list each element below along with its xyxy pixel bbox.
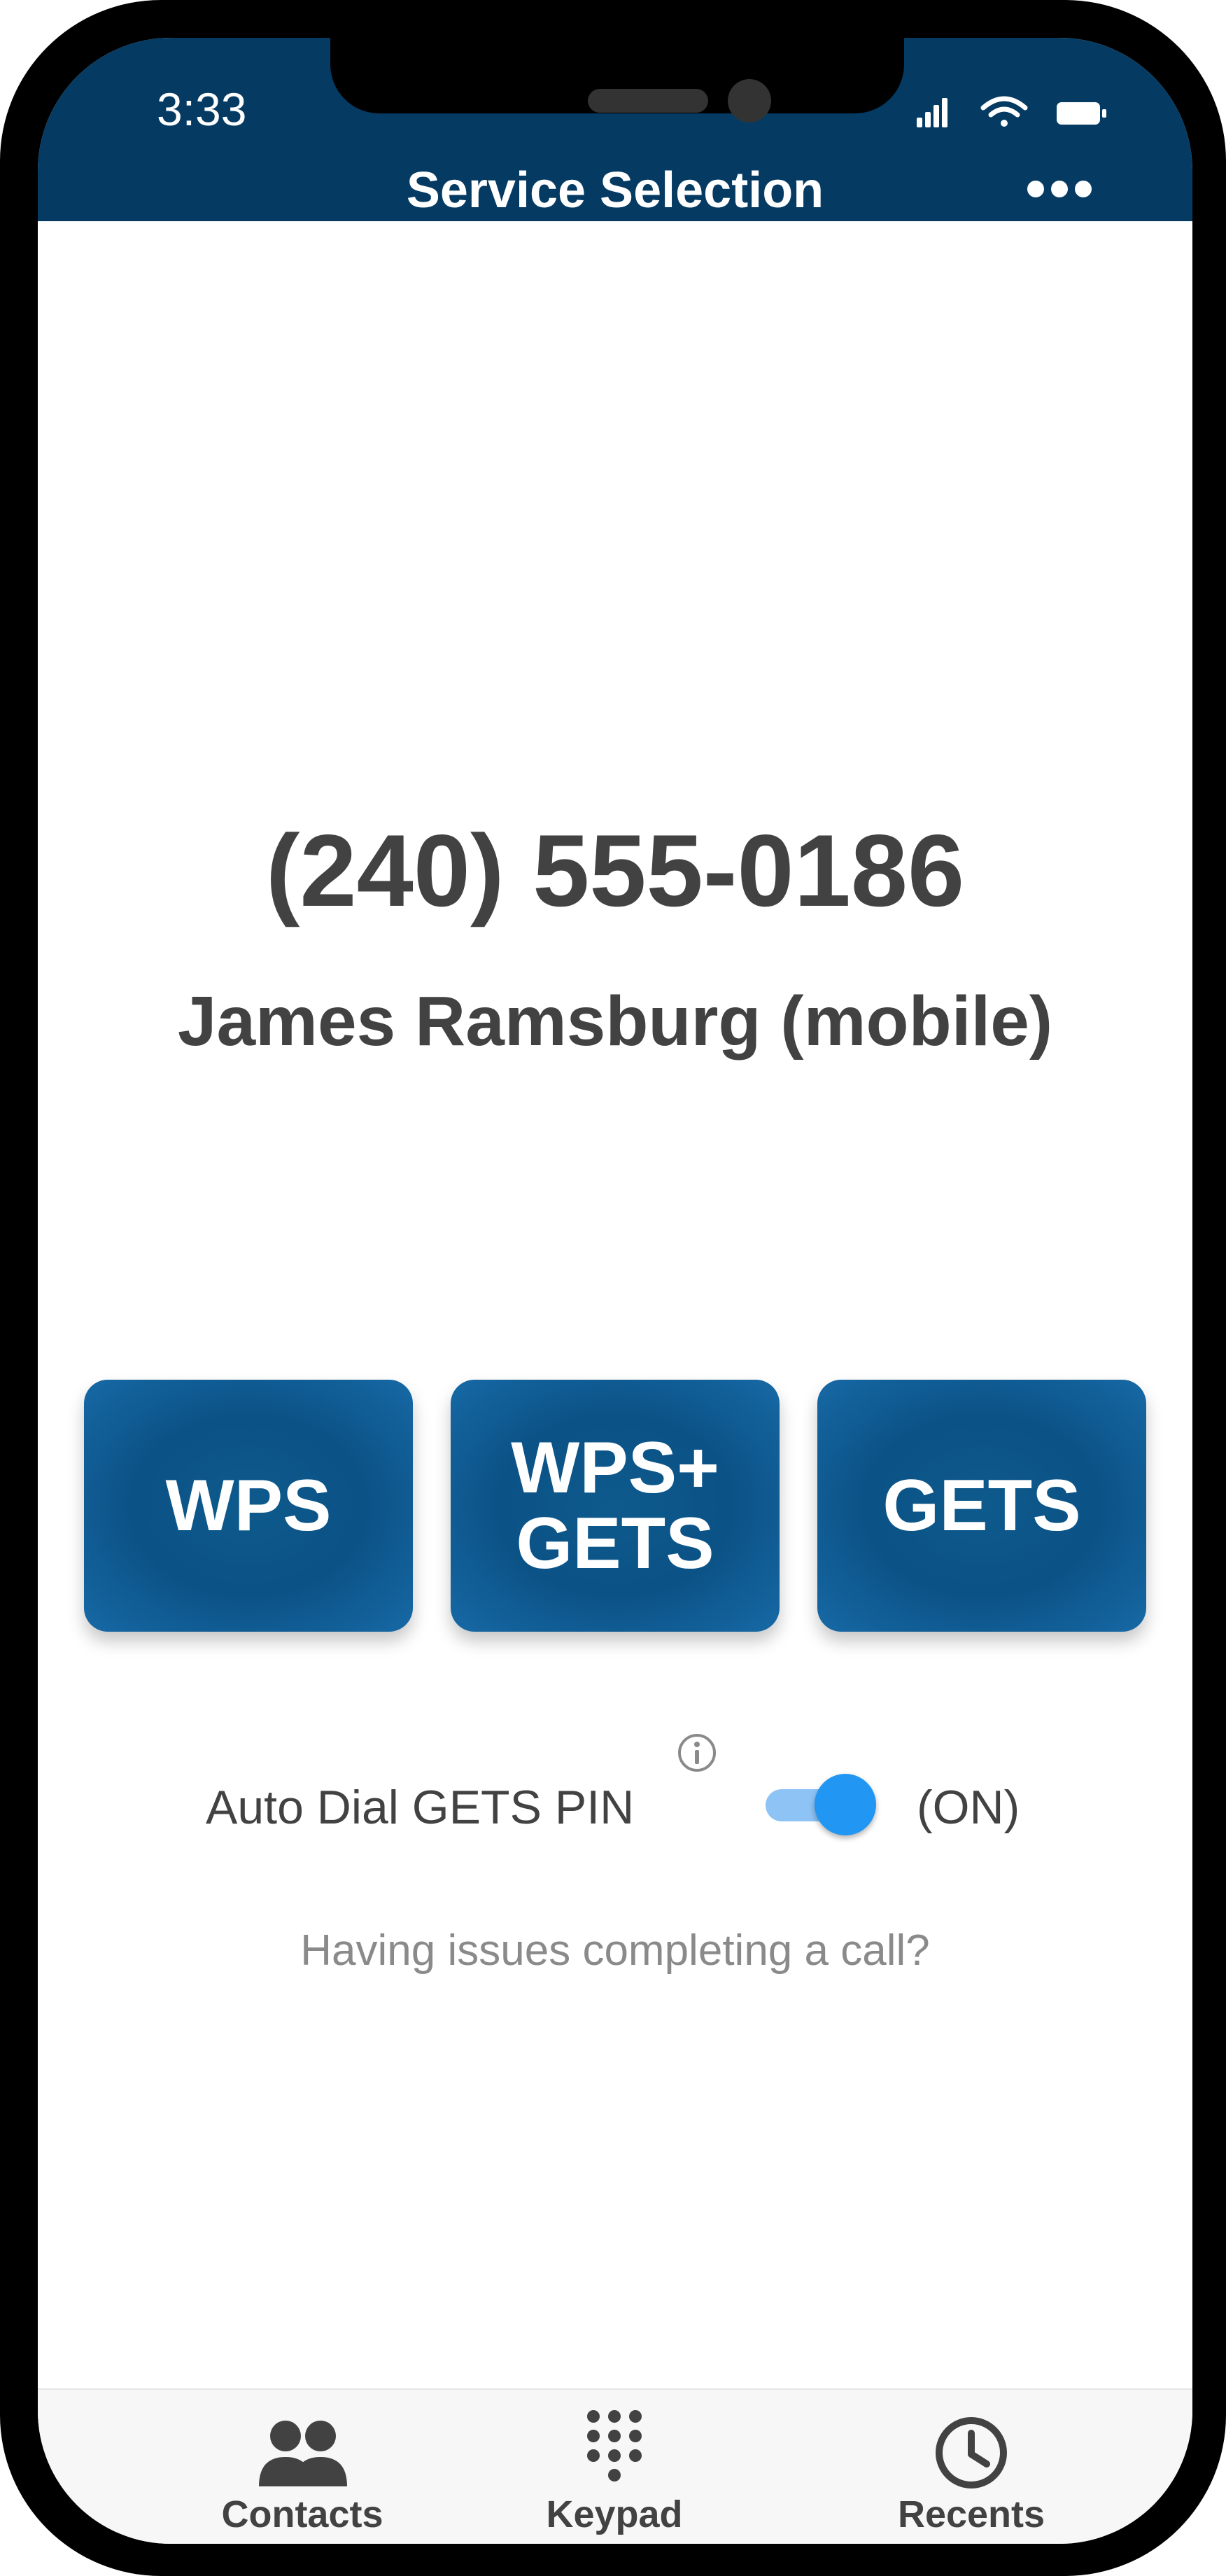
wps-button[interactable]: WPS bbox=[84, 1380, 413, 1632]
phone-number: (240) 555-0186 bbox=[265, 813, 965, 927]
cellular-signal-icon bbox=[917, 98, 947, 127]
screen: 3:33 Service Selection (240) 555-0186 Ja… bbox=[38, 38, 1192, 2544]
gets-button[interactable]: GETS bbox=[817, 1380, 1146, 1632]
keypad-icon bbox=[565, 2409, 663, 2493]
more-options-button[interactable] bbox=[1017, 169, 1101, 209]
tab-recents[interactable]: Recents bbox=[866, 2390, 1076, 2544]
auto-dial-toggle[interactable] bbox=[766, 1774, 876, 1837]
battery-icon bbox=[1057, 102, 1106, 125]
auto-dial-label: Auto Dial GETS PIN bbox=[206, 1781, 635, 1834]
contacts-icon bbox=[253, 2409, 351, 2493]
wps-gets-button[interactable]: WPS+ GETS bbox=[451, 1380, 780, 1632]
tab-bar: Contacts Keypad Recents bbox=[38, 2388, 1192, 2544]
device-frame: 3:33 Service Selection (240) 555-0186 Ja… bbox=[0, 0, 1226, 2576]
more-horizontal-icon-dot bbox=[1051, 181, 1068, 197]
tab-contacts-label: Contacts bbox=[221, 2493, 383, 2535]
status-time: 3:33 bbox=[157, 83, 247, 135]
tab-keypad-label: Keypad bbox=[546, 2493, 683, 2535]
call-issues-link[interactable]: Having issues completing a call? bbox=[38, 1924, 1192, 1977]
toggle-knob bbox=[815, 1774, 876, 1835]
more-horizontal-icon bbox=[1027, 181, 1044, 197]
speaker-grille bbox=[588, 89, 708, 113]
tab-keypad[interactable]: Keypad bbox=[509, 2390, 719, 2544]
contact-name: James Ramsburg (mobile) bbox=[177, 982, 1053, 1060]
front-camera bbox=[728, 79, 771, 122]
info-icon[interactable] bbox=[676, 1732, 718, 1774]
app-header: 3:33 Service Selection bbox=[38, 38, 1192, 221]
status-icons bbox=[917, 92, 1155, 132]
toggle-state-text: (ON) bbox=[917, 1781, 1020, 1834]
tab-contacts[interactable]: Contacts bbox=[197, 2390, 407, 2544]
more-horizontal-icon-dot bbox=[1075, 181, 1092, 197]
tab-recents-label: Recents bbox=[897, 2493, 1045, 2535]
clock-icon bbox=[922, 2409, 1020, 2493]
wifi-icon bbox=[980, 96, 1028, 127]
